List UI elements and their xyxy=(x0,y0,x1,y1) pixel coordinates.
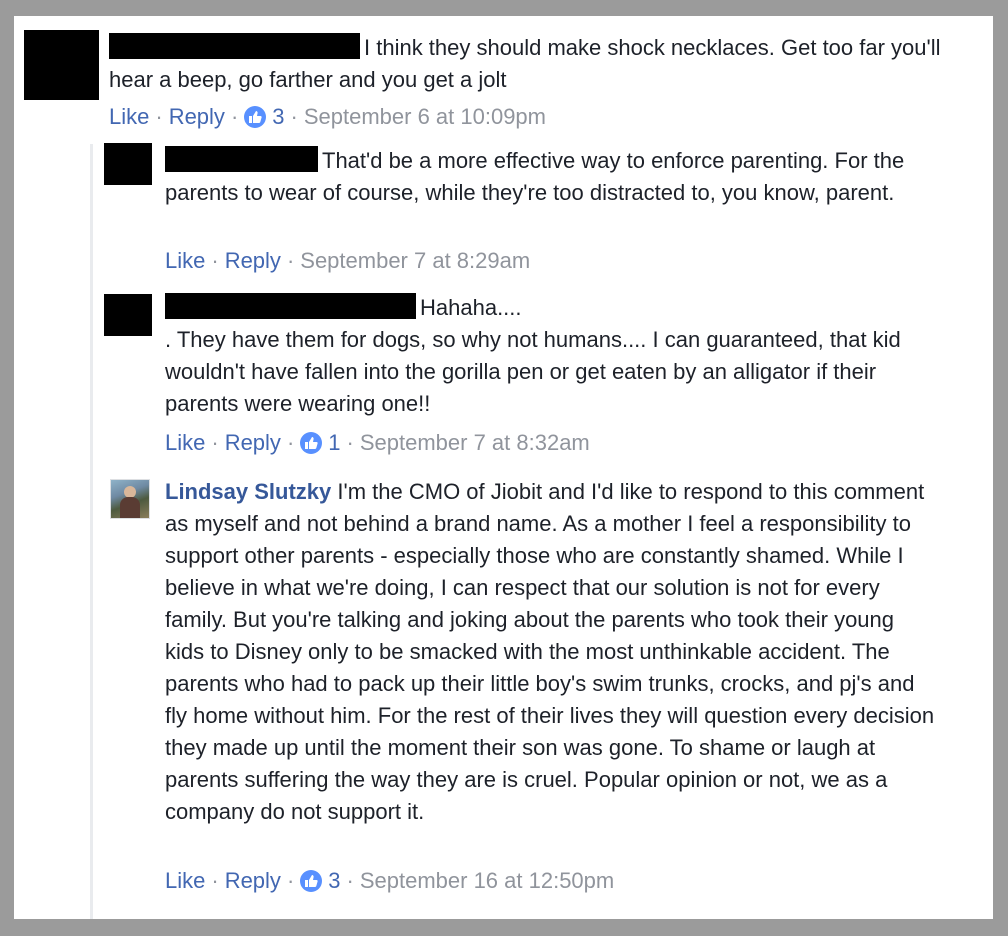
comment-body: I think they should make shock necklaces… xyxy=(109,32,959,96)
separator: · xyxy=(230,104,239,129)
comment-timestamp[interactable]: September 7 at 8:29am xyxy=(300,248,530,273)
comment-author-name[interactable]: Lindsay Slutzky xyxy=(165,479,331,504)
reply-button[interactable]: Reply xyxy=(225,430,281,455)
comment-timestamp[interactable]: September 7 at 8:32am xyxy=(360,430,590,455)
separator: · xyxy=(211,248,219,273)
comment-body: That'd be a more effective way to enforc… xyxy=(165,145,935,209)
reaction-count-value: 3 xyxy=(272,104,285,129)
reaction-count[interactable]: 3 xyxy=(244,104,285,129)
thumbs-up-icon xyxy=(300,870,323,892)
avatar-figure-body xyxy=(120,497,140,518)
redacted-avatar[interactable] xyxy=(104,143,152,185)
like-button[interactable]: Like xyxy=(165,430,205,455)
separator: · xyxy=(346,868,354,893)
comment-thread-card: I think they should make shock necklaces… xyxy=(14,16,993,919)
thumbs-up-icon xyxy=(300,432,323,454)
separator: · xyxy=(346,430,354,455)
comment-body: Lindsay Slutzky I'm the CMO of Jiobit an… xyxy=(165,476,935,828)
comment-actions: Like · Reply · September 7 at 8:29am xyxy=(165,246,530,276)
separator: · xyxy=(211,430,219,455)
reply-button[interactable]: Reply xyxy=(225,868,281,893)
reaction-count[interactable]: 1 xyxy=(300,430,341,455)
separator: · xyxy=(286,868,295,893)
user-avatar-photo[interactable] xyxy=(110,479,150,519)
like-button[interactable]: Like xyxy=(165,868,205,893)
like-button[interactable]: Like xyxy=(109,104,149,129)
redacted-author-name[interactable] xyxy=(109,33,360,59)
separator: · xyxy=(155,104,163,129)
redacted-author-name[interactable] xyxy=(165,146,318,172)
reaction-count[interactable]: 3 xyxy=(300,868,341,893)
comment-text: . They have them for dogs, so why not hu… xyxy=(165,327,901,416)
comment-text-first-line: Hahaha.... xyxy=(420,295,522,320)
comment-timestamp[interactable]: September 6 at 10:09pm xyxy=(304,104,546,129)
reply-button[interactable]: Reply xyxy=(169,104,225,129)
redacted-avatar[interactable] xyxy=(104,294,152,336)
separator: · xyxy=(286,248,295,273)
redacted-author-name[interactable] xyxy=(165,293,416,319)
comment-actions: Like · Reply · 3 · September 6 at 10:09pm xyxy=(109,102,546,132)
like-button[interactable]: Like xyxy=(165,248,205,273)
thumbs-up-icon xyxy=(244,106,267,128)
separator: · xyxy=(290,104,298,129)
reaction-count-value: 3 xyxy=(328,868,341,893)
separator: · xyxy=(211,868,219,893)
comment-timestamp[interactable]: September 16 at 12:50pm xyxy=(360,868,614,893)
reply-thread-line xyxy=(90,144,93,919)
comment-actions: Like · Reply · 3 · September 16 at 12:50pm xyxy=(165,866,614,896)
comment-actions: Like · Reply · 1 · September 7 at 8:32am xyxy=(165,428,590,458)
comment-text: I'm the CMO of Jiobit and I'd like to re… xyxy=(165,479,935,824)
reply-button[interactable]: Reply xyxy=(225,248,281,273)
reaction-count-value: 1 xyxy=(328,430,341,455)
redacted-avatar[interactable] xyxy=(24,30,99,100)
separator: · xyxy=(286,430,295,455)
comment-body: Hahaha.... . They have them for dogs, so… xyxy=(165,292,945,420)
